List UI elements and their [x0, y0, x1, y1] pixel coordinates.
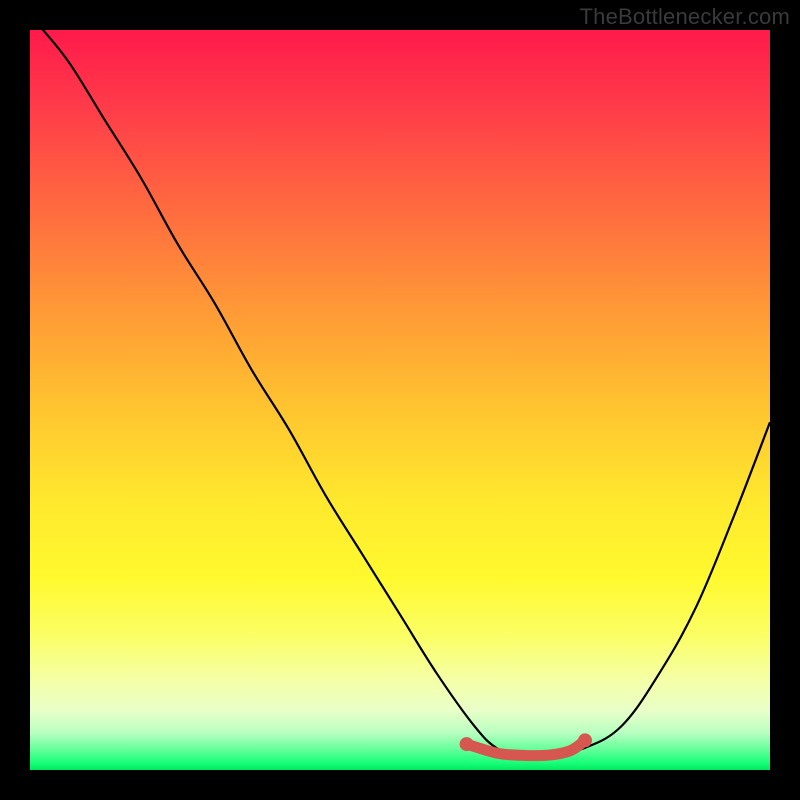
- watermark-text: TheBottlenecker.com: [580, 4, 790, 30]
- optimal-range-marker: [467, 740, 585, 755]
- optimal-range-end-dot: [578, 733, 592, 747]
- chart-stage: TheBottlenecker.com: [0, 0, 800, 800]
- curve-svg: [30, 30, 770, 770]
- optimal-range-start-dot: [460, 737, 474, 751]
- plot-area: [30, 30, 770, 770]
- bottleneck-curve: [30, 30, 770, 756]
